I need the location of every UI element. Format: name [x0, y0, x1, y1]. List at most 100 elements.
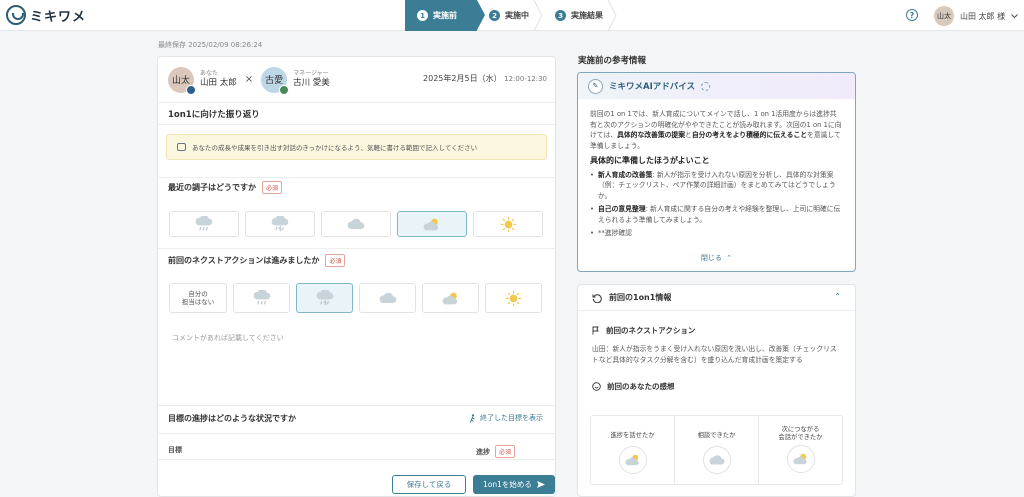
manager-info: マネージャー 古川 愛美 [293, 70, 330, 89]
option-partly-sunny[interactable] [397, 211, 467, 237]
option-not-mine[interactable]: 自分の 担当はない [169, 283, 227, 313]
runner-icon [469, 413, 475, 423]
hint-box: あなたの成長や成果を引き出す対話のきっかけになるよう、気軽に書ける範囲で記入して… [166, 134, 547, 160]
advice-list: 新人育成の改善策: 新人が指示を受け入れない原因を分析し、具体的な対策案（例：チ… [590, 170, 843, 239]
user-avatar: 山太 [934, 6, 954, 26]
time-text: 12:00-12:30 [504, 75, 547, 83]
partly-sunny-icon [786, 445, 815, 474]
me-info: あなた 山田 太郎 [200, 70, 237, 89]
step-label: 実施結果 [571, 11, 603, 20]
step-result: 3 実施結果 [543, 0, 617, 31]
condition-options [169, 211, 543, 237]
required-badge: 必須 [262, 181, 283, 194]
col-label: 進捗 [476, 447, 490, 456]
step-label: 実施前 [433, 11, 457, 20]
previous-1on1-card: 前回の1on1情報 ⌃ 前回のネクストアクション 山田：新人が指示をうまく受け入… [577, 284, 856, 497]
option-partly-sunny[interactable] [422, 283, 479, 313]
app-logo[interactable]: ミキワメ [6, 5, 86, 25]
divider [158, 177, 557, 178]
option-label: 自分の [188, 289, 208, 298]
times-icon: × [244, 74, 254, 85]
chevron-down-icon [1011, 13, 1018, 18]
cloud-icon [346, 217, 366, 231]
rain-icon [252, 290, 272, 307]
show-finished-goals-link[interactable]: 終了した目標を表示 [468, 413, 543, 423]
item-text: **進捗確認 [598, 229, 632, 238]
link-label: 終了した目標を表示 [480, 414, 543, 422]
advice-paragraph: 前回の1 on 1では、新人育成についてメインで話し、1 on 1活用度からは進… [590, 109, 843, 151]
step-number: 3 [555, 10, 566, 21]
option-sunny[interactable] [485, 283, 542, 313]
feeling-consult: 相談できたか [675, 416, 759, 484]
required-badge: 必須 [495, 445, 516, 458]
partly-sunny-icon [422, 217, 442, 232]
option-cloud[interactable] [321, 211, 391, 237]
feeling-label-text: 進捗を話せたか [610, 432, 655, 439]
step-separator [533, 0, 543, 31]
option-storm[interactable] [296, 283, 353, 313]
hint-text: あなたの成長や成果を引き出す対話のきっかけになるよう、気軽に書ける範囲で記入して… [192, 144, 478, 152]
ai-advice-body: 前回の1 on 1では、新人育成についてメインで話し、1 on 1活用度からは進… [578, 99, 855, 239]
subsection-title: 前回のあなたの感想 [607, 382, 675, 392]
reference-title: 実施前の参考情報 [578, 56, 647, 66]
option-cloud[interactable] [359, 283, 416, 313]
chevron-up-icon: ⌃ [834, 292, 841, 301]
goal-question: 目標の進捗はどのような状況ですか [168, 414, 296, 423]
role-label: マネージャー [293, 70, 329, 78]
smile-icon [592, 382, 601, 391]
question-next-action: 前回のネクストアクションは進みましたか 必須 [158, 254, 346, 267]
question-label: 前回のネクストアクションは進みましたか [168, 256, 320, 265]
button-label: 1on1を始める [483, 480, 532, 489]
col-progress: 進捗 必須 [476, 445, 516, 458]
cloud-icon [702, 446, 731, 475]
feeling-grid: 進捗を話せたか 相談できたか 次につながる 会話ができたか [590, 415, 843, 485]
close-button[interactable]: 閉じる ⌃ [578, 253, 855, 263]
divider [158, 433, 557, 434]
flag-icon [592, 326, 599, 335]
save-and-back-button[interactable]: 保存して戻る [392, 475, 466, 494]
loading-icon [701, 81, 710, 91]
top-bar: ミキワメ 1 実施前 2 実施中 3 実施結果 ? 山太 山田 太郎 様 [0, 0, 1024, 31]
storm-icon [270, 216, 290, 233]
comment-icon [177, 143, 186, 151]
last-saved: 最終保存 2025/02/09 08:26:24 [158, 41, 263, 49]
step-during: 2 実施中 [477, 0, 543, 31]
previous-1on1-header[interactable]: 前回の1on1情報 ⌃ [578, 285, 855, 311]
chevron-up-icon: ⌃ [724, 254, 733, 262]
next-action-options: 自分の 担当はない [169, 283, 542, 313]
subsection-title: 前回のネクストアクション [606, 326, 696, 335]
step-number: 2 [489, 10, 500, 21]
divider [158, 405, 557, 406]
question-condition: 最近の調子はどうですか 必須 [158, 181, 283, 194]
date-text: 2025年2月5日（水） [423, 74, 502, 83]
partly-sunny-icon [441, 291, 461, 306]
question-label: 最近の調子はどうですか [168, 183, 256, 192]
list-item: **進捗確認 [590, 228, 843, 239]
option-rain[interactable] [233, 283, 290, 313]
avatar-text: 古愛 [265, 76, 284, 86]
badge-icon [279, 84, 290, 95]
required-badge: 必須 [325, 254, 346, 267]
start-1on1-button[interactable]: 1on1を始める [473, 475, 555, 494]
role-label: あなた [200, 70, 219, 78]
option-rain[interactable] [169, 211, 239, 237]
ai-advice-title: ミキワメAIアドバイス [609, 82, 695, 92]
user-menu[interactable]: 山太 山田 太郎 様 [934, 6, 1018, 26]
next-action-text: 山田：新人が指示をうまく受け入れない原因を洗い出し、改善策（チェックリストなど具… [592, 345, 837, 364]
feeling-label: 前回のあなたの感想 [578, 381, 855, 392]
option-sunny[interactable] [473, 211, 543, 237]
app-name: ミキワメ [30, 9, 87, 25]
section-title: 1on1に向けた振り返り [158, 103, 555, 125]
advice-heading: 具体的に準備したほうがよいこと [590, 156, 710, 166]
close-label: 閉じる [700, 254, 722, 262]
progress-steps: 1 実施前 2 実施中 3 実施結果 [405, 0, 617, 31]
history-icon [592, 293, 602, 303]
feeling-next-talk: 次につながる 会話ができたか [759, 416, 842, 484]
session-date: 2025年2月5日（水） 12:00-12:30 [423, 73, 547, 84]
participant-name: 古川 愛美 [293, 77, 330, 88]
feeling-label-text: 相談できたか [697, 432, 736, 439]
option-storm[interactable] [245, 211, 315, 237]
comment-input[interactable]: コメントがあれば記載してください [172, 333, 284, 343]
help-icon[interactable]: ? [906, 9, 918, 21]
next-action-label: 前回のネクストアクション [578, 325, 855, 336]
